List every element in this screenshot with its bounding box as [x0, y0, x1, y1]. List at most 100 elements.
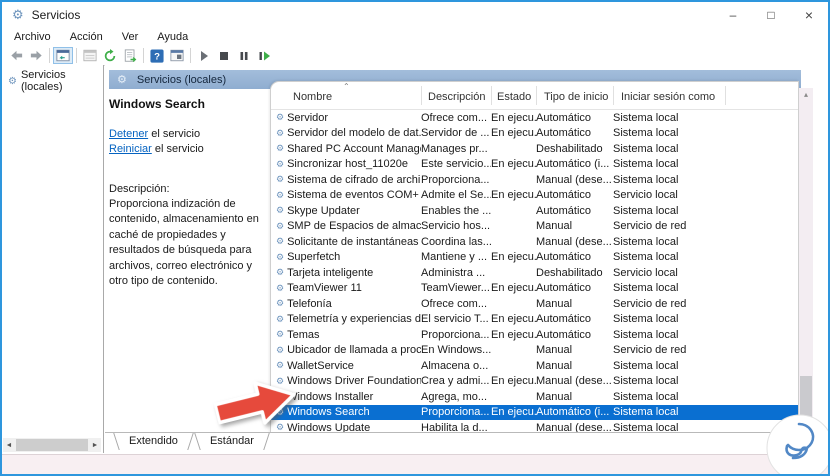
service-status: En ejecu...	[491, 313, 536, 326]
gear-icon: ⚙	[276, 127, 285, 138]
stop-service-icon[interactable]	[214, 47, 234, 64]
help-icon[interactable]: ?	[147, 47, 167, 64]
gear-icon: ⚙	[276, 189, 285, 200]
table-row[interactable]: ⚙ Windows Driver Foundation... Crea y admi…	[271, 374, 798, 390]
toolbar-separator	[143, 48, 144, 63]
service-description: Crea y admi...	[421, 375, 490, 388]
table-row[interactable]: ⚙Windows InstallerAgrega, mo...ManualSis…	[271, 389, 798, 405]
service-logon-as: Servicio de red	[613, 297, 687, 310]
table-row[interactable]: ⚙ Ubicador de llamada a proc... En Windows…	[271, 343, 798, 359]
scroll-left-icon[interactable]: ◄	[3, 442, 15, 449]
menu-item-ayuda[interactable]: Ayuda	[157, 31, 188, 43]
maximize-button[interactable]: □	[752, 8, 790, 22]
service-logon-as: Servicio local	[613, 189, 678, 202]
service-name: TeamViewer 11	[287, 282, 362, 295]
service-description: Coordina las...	[421, 235, 491, 248]
window-title: Servicios	[31, 8, 81, 22]
service-name: Sistema de eventos COM+	[287, 189, 419, 202]
show-window-icon[interactable]	[167, 47, 187, 64]
tree-item-servicios-locales[interactable]: ⚙ Servicios (locales)	[2, 65, 103, 95]
menu-item-accion[interactable]: Acción	[70, 31, 103, 43]
table-row[interactable]: ⚙ Solicitante de instantáneas ... Coordina…	[271, 234, 798, 250]
service-startup-type: Automático (i...	[536, 406, 610, 419]
forward-icon[interactable]	[26, 47, 46, 64]
service-name: Sistema de cifrado de archi...	[287, 173, 421, 186]
export-list-icon[interactable]	[120, 47, 140, 64]
toolbar: ?	[2, 46, 828, 66]
scroll-right-icon[interactable]: ►	[89, 442, 101, 449]
sort-ascending-icon: ⌃	[343, 82, 350, 91]
table-row[interactable]: ⚙ Shared PC Account Manager Manages pr... D…	[271, 141, 798, 157]
table-row[interactable]: ⚙Windows SearchProporciona...En ejecu...…	[271, 404, 798, 420]
scrollbar-thumb[interactable]	[16, 439, 88, 451]
table-row[interactable]: ⚙ Sincronizar host_11020e Este servicio...…	[271, 157, 798, 173]
tab-extendido[interactable]: Extendido	[113, 433, 194, 451]
service-name: Shared PC Account Manager	[287, 142, 421, 155]
minimize-button[interactable]: –	[714, 8, 752, 22]
column-header-tipo-de-inicio[interactable]: Tipo de inicio	[544, 91, 608, 103]
service-status: En ejecu...	[491, 189, 536, 202]
table-row[interactable]: ⚙TeamViewer 11 TeamViewer...En ejecu...Au…	[271, 281, 798, 297]
vertical-scrollbar[interactable]: ▴ ▾	[799, 88, 813, 443]
stop-service-link[interactable]: Detener	[109, 128, 148, 140]
gear-icon: ⚙	[276, 298, 285, 309]
gear-icon: ⚙	[276, 236, 285, 247]
service-name: Tarjeta inteligente	[287, 266, 374, 279]
gear-icon: ⚙	[276, 329, 285, 340]
service-status: En ejecu...	[491, 328, 536, 341]
service-startup-type: Manual (dese...	[536, 375, 612, 388]
horizontal-scrollbar[interactable]: ◄ ►	[3, 438, 101, 452]
column-header-descripcion[interactable]: Descripción	[428, 91, 485, 103]
service-logon-as: Sistema local	[613, 251, 679, 264]
service-name: Skype Updater	[287, 204, 360, 217]
service-logon-as: Servicio de red	[613, 220, 687, 233]
service-name: Ubicador de llamada a proc...	[287, 344, 421, 357]
pause-service-icon[interactable]	[234, 47, 254, 64]
service-logon-as: Sistema local	[613, 359, 679, 372]
refresh-icon[interactable]	[100, 47, 120, 64]
start-service-icon[interactable]	[194, 47, 214, 64]
show-console-tree-icon[interactable]	[53, 47, 73, 64]
watermark-logo	[766, 414, 828, 474]
table-row[interactable]: ⚙Servidor Ofrece com...En ejecu...Automát…	[271, 110, 798, 126]
title-bar: ⚙ Servicios – □ ×	[2, 2, 828, 28]
service-startup-type: Manual (dese...	[536, 173, 612, 186]
table-row[interactable]: ⚙ Telefonía Ofrece com... Manual Servicio de…	[271, 296, 798, 312]
service-logon-as: Servicio local	[613, 266, 678, 279]
back-icon[interactable]	[6, 47, 26, 64]
properties-icon[interactable]	[80, 47, 100, 64]
service-startup-type: Automático	[536, 111, 592, 124]
service-description: Administra ...	[421, 266, 486, 279]
selected-service-name: Windows Search	[109, 97, 205, 111]
table-row[interactable]: ⚙ Servidor del modelo de dat... Servidor d…	[271, 126, 798, 142]
service-name: Windows Installer	[287, 390, 374, 403]
gear-icon: ⚙	[276, 344, 285, 355]
table-row[interactable]: ⚙ Skype Updater Enables the ... Automático S…	[271, 203, 798, 219]
table-row[interactable]: ⚙Telemetría y experiencias de...El servi…	[271, 312, 798, 328]
table-row[interactable]: ⚙ Sistema de cifrado de archi... Proporcio…	[271, 172, 798, 188]
table-row[interactable]: ⚙ WalletService Almacena o... Manual Sistema…	[271, 358, 798, 374]
gear-icon: ⚙	[276, 205, 285, 216]
panel-header-title: Servicios (locales)	[136, 73, 227, 86]
console-tree-pane: ⚙ Servicios (locales) ◄ ►	[2, 65, 104, 453]
scroll-up-icon[interactable]: ▴	[799, 88, 813, 101]
service-logon-as: Sistema local	[613, 375, 679, 388]
gear-icon: ⚙	[276, 251, 285, 262]
service-startup-type: Manual	[536, 297, 573, 310]
toolbar-separator	[190, 48, 191, 63]
service-description: Almacena o...	[421, 359, 489, 372]
column-header-nombre[interactable]: Nombre	[293, 91, 332, 103]
restart-service-link[interactable]: Reiniciar	[109, 143, 152, 155]
table-row[interactable]: ⚙ Tarjeta inteligente Administra ... Deshab…	[271, 265, 798, 281]
table-row[interactable]: ⚙ Sistema de eventos COM+ Admite el Se... E…	[271, 188, 798, 204]
menu-item-ver[interactable]: Ver	[122, 31, 139, 43]
table-row[interactable]: ⚙Temas Proporciona...En ejecu...Automátic…	[271, 327, 798, 343]
gear-icon: ⚙	[276, 267, 285, 278]
table-row[interactable]: ⚙SMP de Espacios de almace...Servicio ho…	[271, 219, 798, 235]
column-header-estado[interactable]: Estado	[497, 91, 531, 103]
column-header-iniciar-sesion[interactable]: Iniciar sesión como	[621, 91, 715, 103]
close-button[interactable]: ×	[790, 7, 828, 23]
menu-item-archivo[interactable]: Archivo	[14, 31, 51, 43]
table-row[interactable]: ⚙Superfetch Mantiene y ...En ejecu...Auto…	[271, 250, 798, 266]
restart-service-icon[interactable]	[254, 47, 274, 64]
